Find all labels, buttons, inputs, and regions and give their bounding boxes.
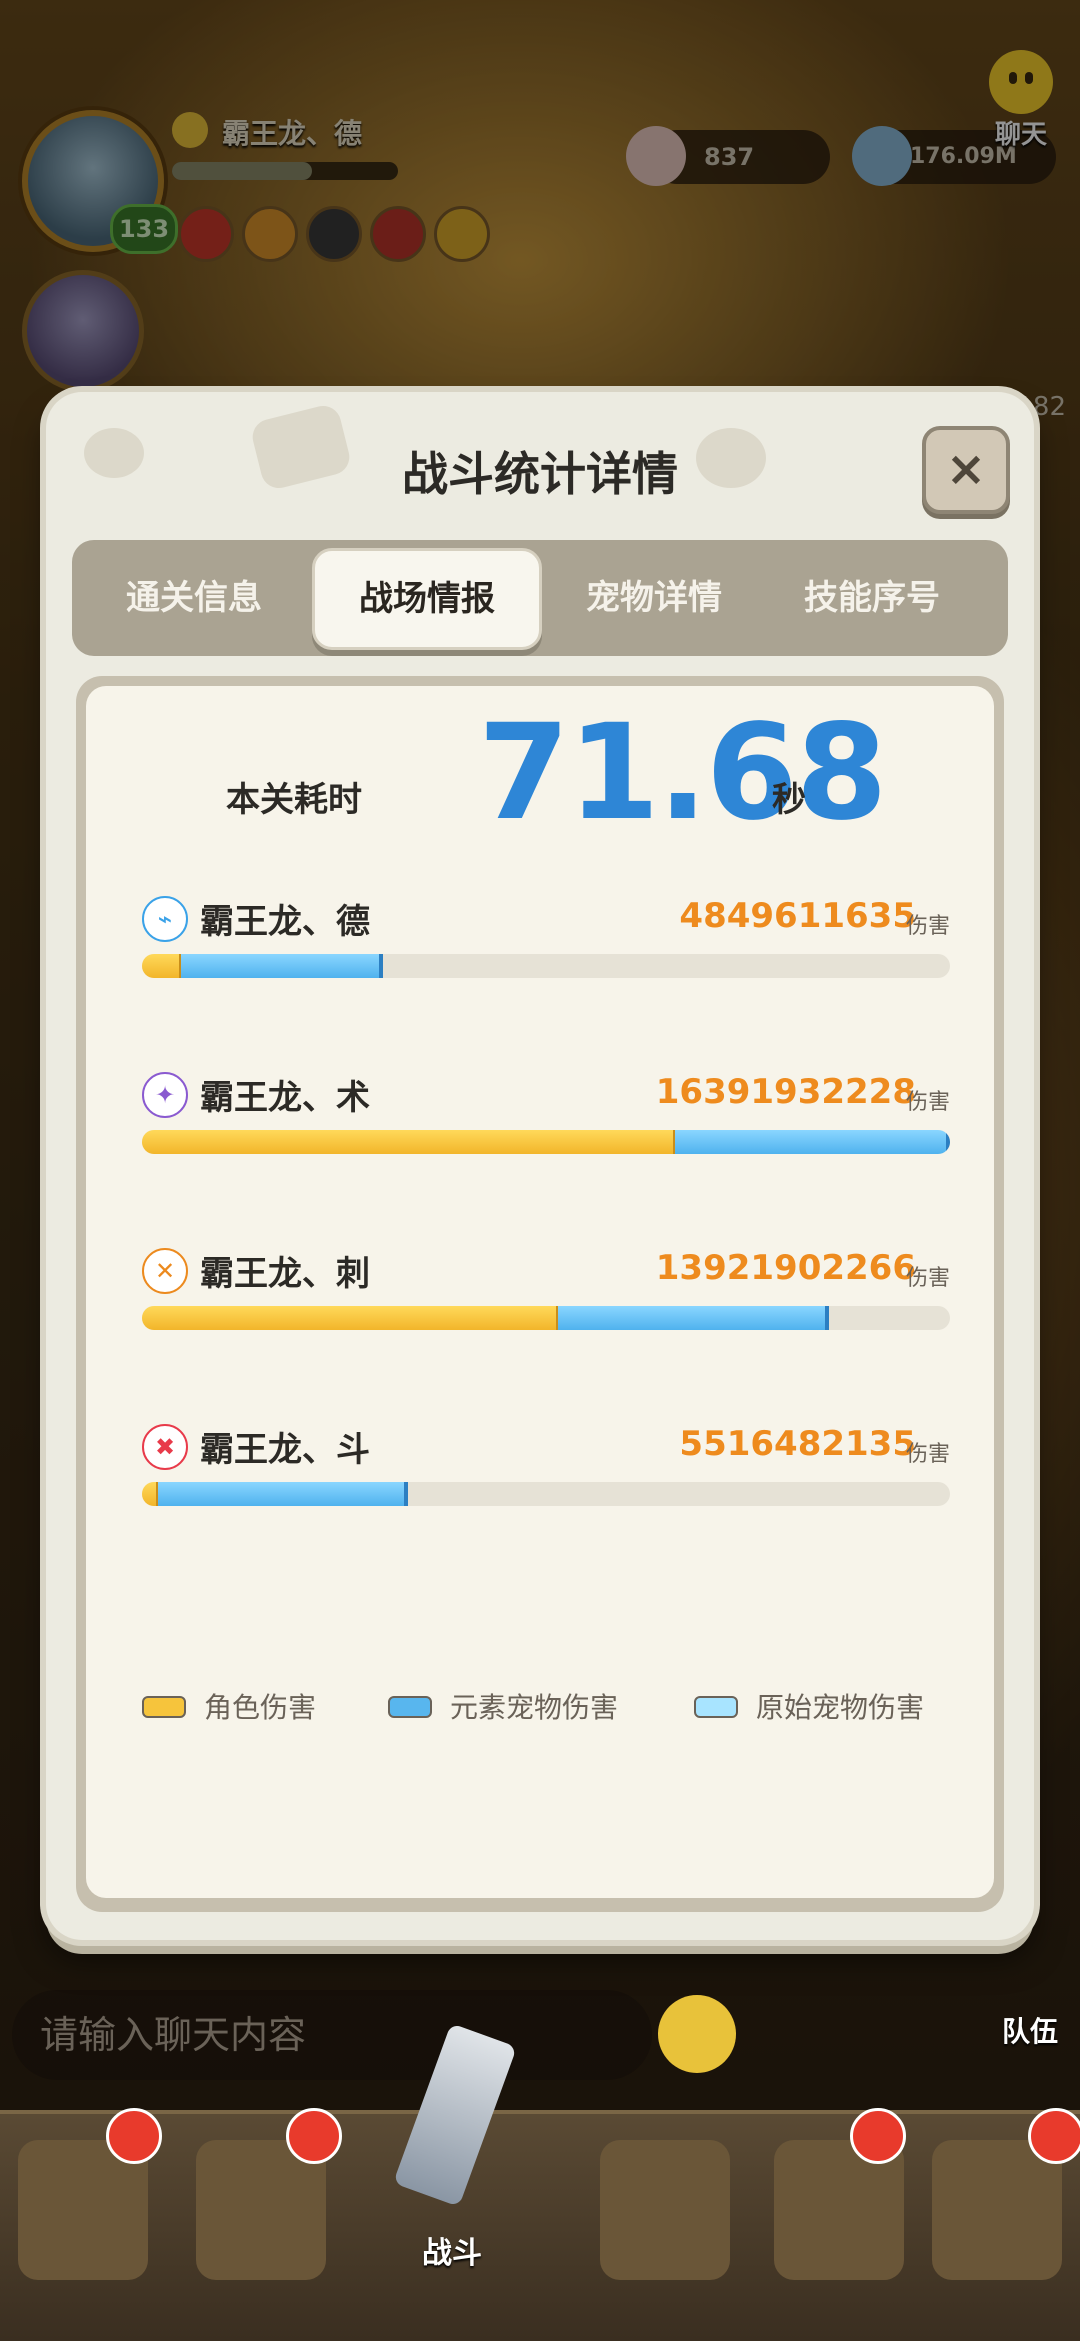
class-icon: ⌁ xyxy=(142,896,188,942)
element-pet-damage-segment xyxy=(181,954,383,978)
class-icon: ✖ xyxy=(142,1424,188,1470)
legend-swatch xyxy=(694,1696,738,1718)
role-damage-segment xyxy=(142,1306,558,1330)
player-row: ✕ 霸王龙、刺 13921902266 伤害 xyxy=(142,1248,950,1368)
player-row-name: 霸王龙、德 xyxy=(200,902,370,942)
damage-value: 5516482135 xyxy=(679,1424,916,1464)
legend-swatch xyxy=(388,1696,432,1718)
battle-stats-modal: 战斗统计详情 × 通关信息 战场情报 宠物详情 技能序号 本关耗时 71.68 … xyxy=(46,392,1034,1940)
bottom-nav-bar xyxy=(0,2110,1080,2341)
player-row-name: 霸王龙、斗 xyxy=(200,1430,370,1470)
player-row-name: 霸王龙、术 xyxy=(200,1078,370,1118)
notification-dot-icon xyxy=(850,2108,906,2164)
stats-panel-inner: 本关耗时 71.68 秒 ⌁ 霸王龙、德 4849611635 伤害 ✦ 霸王龙… xyxy=(86,686,994,1898)
element-pet-damage-segment xyxy=(675,1130,950,1154)
tab-pet-details[interactable]: 宠物详情 xyxy=(544,540,764,656)
emoji-button[interactable] xyxy=(658,1995,736,2073)
role-damage-segment xyxy=(142,1482,158,1506)
damage-value: 4849611635 xyxy=(679,896,916,936)
damage-unit: 伤害 xyxy=(905,1266,950,1291)
legend-label: 元素宠物伤害 xyxy=(450,1691,619,1724)
element-pet-damage-segment xyxy=(158,1482,408,1506)
damage-bar xyxy=(142,954,950,978)
time-unit: 秒 xyxy=(772,780,806,820)
damage-value: 16391932228 xyxy=(655,1072,916,1112)
tab-battle-intel[interactable]: 战场情报 xyxy=(312,548,542,650)
damage-unit: 伤害 xyxy=(905,1090,950,1115)
damage-unit: 伤害 xyxy=(905,1442,950,1467)
role-damage-segment xyxy=(142,1130,675,1154)
legend-swatch xyxy=(142,1696,186,1718)
time-value: 71.68 xyxy=(478,696,888,850)
close-button[interactable]: × xyxy=(922,426,1010,514)
time-label: 本关耗时 xyxy=(226,780,362,820)
player-row-name: 霸王龙、刺 xyxy=(200,1254,370,1294)
nav-battle-label: 战斗 xyxy=(422,2236,482,2271)
tab-clear-info[interactable]: 通关信息 xyxy=(84,540,304,656)
legend-label: 原始宠物伤害 xyxy=(756,1691,925,1724)
class-icon: ✦ xyxy=(142,1072,188,1118)
chat-input[interactable]: 请输入聊天内容 xyxy=(12,1990,652,2080)
notification-dot-icon xyxy=(106,2108,162,2164)
role-damage-segment xyxy=(142,954,181,978)
damage-bar xyxy=(142,1130,950,1154)
player-row: ⌁ 霸王龙、德 4849611635 伤害 xyxy=(142,896,950,1016)
player-row: ✦ 霸王龙、术 16391932228 伤害 xyxy=(142,1072,950,1192)
class-icon: ✕ xyxy=(142,1248,188,1294)
damage-bar xyxy=(142,1482,950,1506)
team-button[interactable]: 队伍 xyxy=(1002,2010,1058,2050)
modal-title: 战斗统计详情 xyxy=(402,447,678,501)
stats-panel: 本关耗时 71.68 秒 ⌁ 霸王龙、德 4849611635 伤害 ✦ 霸王龙… xyxy=(76,676,1004,1912)
nav-item-elder[interactable] xyxy=(600,2140,730,2280)
tab-skill-order[interactable]: 技能序号 xyxy=(762,540,982,656)
notification-dot-icon xyxy=(1028,2108,1080,2164)
damage-bar xyxy=(142,1306,950,1330)
notification-dot-icon xyxy=(286,2108,342,2164)
legend: 角色伤害 元素宠物伤害 原始宠物伤害 xyxy=(142,1686,962,1726)
sword-icon xyxy=(393,2023,517,2207)
legend-label: 角色伤害 xyxy=(204,1691,317,1724)
player-row: ✖ 霸王龙、斗 5516482135 伤害 xyxy=(142,1424,950,1544)
element-pet-damage-segment xyxy=(558,1306,829,1330)
tab-bar: 通关信息 战场情报 宠物详情 技能序号 xyxy=(72,540,1008,656)
nav-item-battle[interactable] xyxy=(380,2023,530,2230)
damage-value: 13921902266 xyxy=(655,1248,916,1288)
damage-unit: 伤害 xyxy=(905,914,950,939)
